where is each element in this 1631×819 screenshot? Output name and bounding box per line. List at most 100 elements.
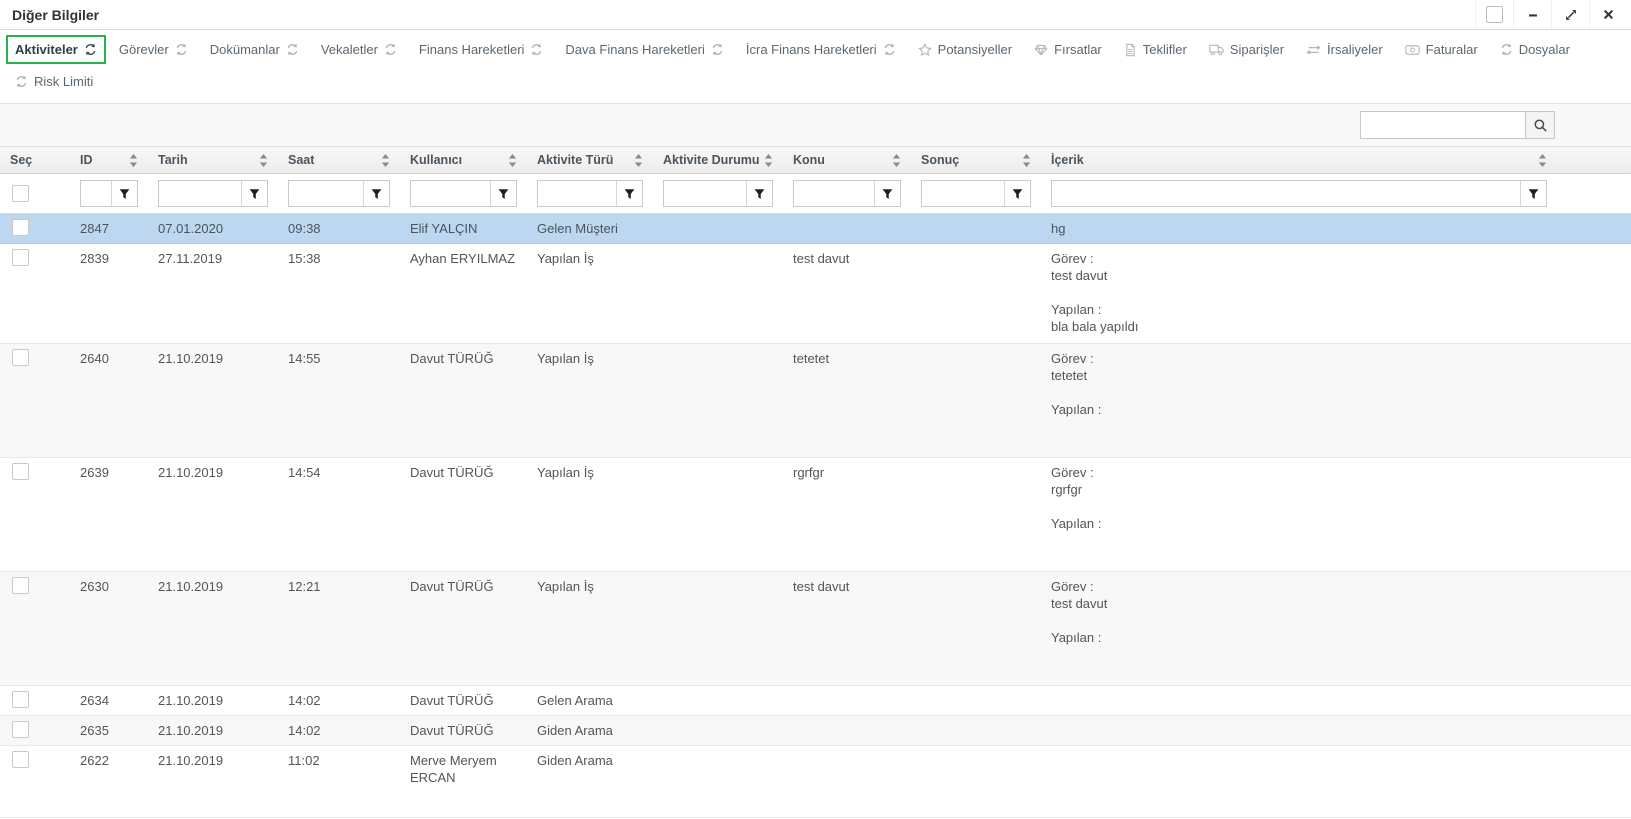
tab-strip: AktivitelerGörevlerDokümanlar Vekaletler F… xyxy=(0,30,1631,104)
filter-box-saat xyxy=(288,180,390,207)
cell-icerik: Görev : test davut Yapılan : bla bala ya… xyxy=(1041,244,1631,341)
column-header-sonuc[interactable]: Sonuç xyxy=(911,147,1041,173)
table-row-2630[interactable]: 263021.10.201912:21Davut TÜRÜĞYapılan İş… xyxy=(0,572,1631,686)
search-input[interactable] xyxy=(1360,111,1525,139)
filter-input-saat[interactable] xyxy=(289,181,363,206)
truck-icon xyxy=(1209,43,1224,56)
column-header-konu[interactable]: Konu xyxy=(783,147,911,173)
grid-body: 284707.01.202009:38Elif YALÇINGelen Müşt… xyxy=(0,214,1631,818)
row-checkbox[interactable] xyxy=(12,751,29,768)
filter-input-konu[interactable] xyxy=(794,181,874,206)
cell-sonuc xyxy=(911,572,1041,584)
close-button[interactable] xyxy=(1589,0,1627,29)
funnel-filter-button[interactable] xyxy=(747,181,772,206)
row-checkbox[interactable] xyxy=(12,349,29,366)
refresh-icon xyxy=(384,43,397,56)
refresh-icon xyxy=(175,43,188,56)
column-label: Seç xyxy=(10,153,32,167)
cell-kullanici: Davut TÜRÜĞ xyxy=(400,344,527,373)
cell-id: 2635 xyxy=(70,716,148,745)
funnel-filter-button[interactable] xyxy=(491,181,516,206)
filter-input-aktivite_durumu[interactable] xyxy=(664,181,746,206)
column-header-aktivite_durumu[interactable]: Aktivite Durumu xyxy=(653,147,783,173)
select-all-checkbox[interactable] xyxy=(12,185,29,202)
maximize-button[interactable] xyxy=(1551,0,1589,29)
table-row-2639[interactable]: 263921.10.201914:54Davut TÜRÜĞYapılan İş… xyxy=(0,458,1631,572)
funnel-filter-button[interactable] xyxy=(112,181,137,206)
row-checkbox[interactable] xyxy=(12,577,29,594)
restore-box-button[interactable] xyxy=(1475,0,1513,29)
cell-konu xyxy=(783,716,911,728)
filter-input-sonuc[interactable] xyxy=(922,181,1004,206)
table-row-2847[interactable]: 284707.01.202009:38Elif YALÇINGelen Müşt… xyxy=(0,214,1631,244)
tab-teklifler[interactable]: Teklifler xyxy=(1115,35,1196,64)
row-checkbox[interactable] xyxy=(12,721,29,738)
funnel-filter-button[interactable] xyxy=(617,181,642,206)
filter-cell-icerik xyxy=(1041,180,1631,207)
column-header-aktivite_turu[interactable]: Aktivite Türü xyxy=(527,147,653,173)
table-row-2839[interactable]: 283927.11.201915:38Ayhan ERYILMAZYapılan… xyxy=(0,244,1631,344)
tab-dokumanlar[interactable]: Dokümanlar xyxy=(201,35,308,64)
tab-risk-limiti[interactable]: Risk Limiti xyxy=(6,67,102,96)
tab-potansiyeller[interactable]: Potansiyeller xyxy=(909,35,1021,64)
filter-input-tarih[interactable] xyxy=(159,181,241,206)
sort-icon xyxy=(508,154,517,167)
column-header-tarih[interactable]: Tarih xyxy=(148,147,278,173)
cell-saat: 12:21 xyxy=(278,572,400,601)
table-row-2634[interactable]: 263421.10.201914:02Davut TÜRÜĞGelen Aram… xyxy=(0,686,1631,716)
filter-input-icerik[interactable] xyxy=(1052,181,1520,206)
filter-cell-id xyxy=(70,180,148,207)
column-header-icerik[interactable]: İçerik xyxy=(1041,147,1631,173)
cell-aktivite_durumu xyxy=(653,244,783,256)
refresh-icon xyxy=(15,75,28,88)
column-header-kullanici[interactable]: Kullanıcı xyxy=(400,147,527,173)
cell-saat: 14:54 xyxy=(278,458,400,487)
search-button[interactable] xyxy=(1525,111,1555,139)
tab-faturalar[interactable]: Faturalar xyxy=(1396,35,1487,64)
minimize-button[interactable] xyxy=(1513,0,1551,29)
column-header-saat[interactable]: Saat xyxy=(278,147,400,173)
row-checkbox[interactable] xyxy=(12,249,29,266)
row-checkbox[interactable] xyxy=(12,463,29,480)
filter-input-id[interactable] xyxy=(81,181,111,206)
tab-dava-finans-hareketleri[interactable]: Dava Finans Hareketleri xyxy=(556,35,732,64)
tab-irsaliyeler[interactable]: İrsaliyeler xyxy=(1297,35,1392,64)
cell-tarih: 21.10.2019 xyxy=(148,686,278,715)
sort-icon xyxy=(1022,154,1031,167)
filter-input-kullanici[interactable] xyxy=(411,181,490,206)
table-row-2622[interactable]: 262221.10.201911:02Merve Meryem ERCANGid… xyxy=(0,746,1631,818)
tab-vekaletler[interactable]: Vekaletler xyxy=(312,35,406,64)
tab-dosyalar[interactable]: Dosyalar xyxy=(1491,35,1579,64)
cell-konu xyxy=(783,746,911,758)
tab-finans-hareketleri[interactable]: Finans Hareketleri xyxy=(410,35,553,64)
tab-icra-finans-hareketleri[interactable]: İcra Finans Hareketleri xyxy=(737,35,905,64)
column-header-sec: Seç xyxy=(0,147,70,173)
funnel-filter-button[interactable] xyxy=(875,181,900,206)
table-row-2640[interactable]: 264021.10.201914:55Davut TÜRÜĞYapılan İş… xyxy=(0,344,1631,458)
tab-firsatlar[interactable]: Fırsatlar xyxy=(1025,35,1111,64)
tab-gorevler[interactable]: Görevler xyxy=(110,35,197,64)
cell-kullanici: Davut TÜRÜĞ xyxy=(400,458,527,487)
column-header-id[interactable]: ID xyxy=(70,147,148,173)
cell-aktivite_durumu xyxy=(653,686,783,698)
filter-input-aktivite_turu[interactable] xyxy=(538,181,616,206)
funnel-filter-button[interactable] xyxy=(1005,181,1030,206)
row-checkbox[interactable] xyxy=(12,219,29,236)
row-checkbox[interactable] xyxy=(12,691,29,708)
funnel-filter-button[interactable] xyxy=(1521,181,1546,206)
filter-box-tarih xyxy=(158,180,268,207)
cell-konu xyxy=(783,686,911,698)
tab-label: Vekaletler xyxy=(321,42,378,57)
cell-id: 2640 xyxy=(70,344,148,373)
cell-aktivite_durumu xyxy=(653,746,783,758)
table-row-2635[interactable]: 263521.10.201914:02Davut TÜRÜĞGiden Aram… xyxy=(0,716,1631,746)
cell-aktivite_durumu xyxy=(653,344,783,356)
tab-aktiviteler[interactable]: Aktiviteler xyxy=(6,35,106,64)
tab-label: İcra Finans Hareketleri xyxy=(746,42,877,57)
filter-cell-tarih xyxy=(148,180,278,207)
tab-siparisler[interactable]: Siparişler xyxy=(1200,35,1293,64)
diger-bilgiler-panel: Diğer Bilgiler AktivitelerGörevlerDoküma… xyxy=(0,0,1631,818)
funnel-filter-button[interactable] xyxy=(364,181,389,206)
cell-tarih: 21.10.2019 xyxy=(148,716,278,745)
funnel-filter-button[interactable] xyxy=(242,181,267,206)
